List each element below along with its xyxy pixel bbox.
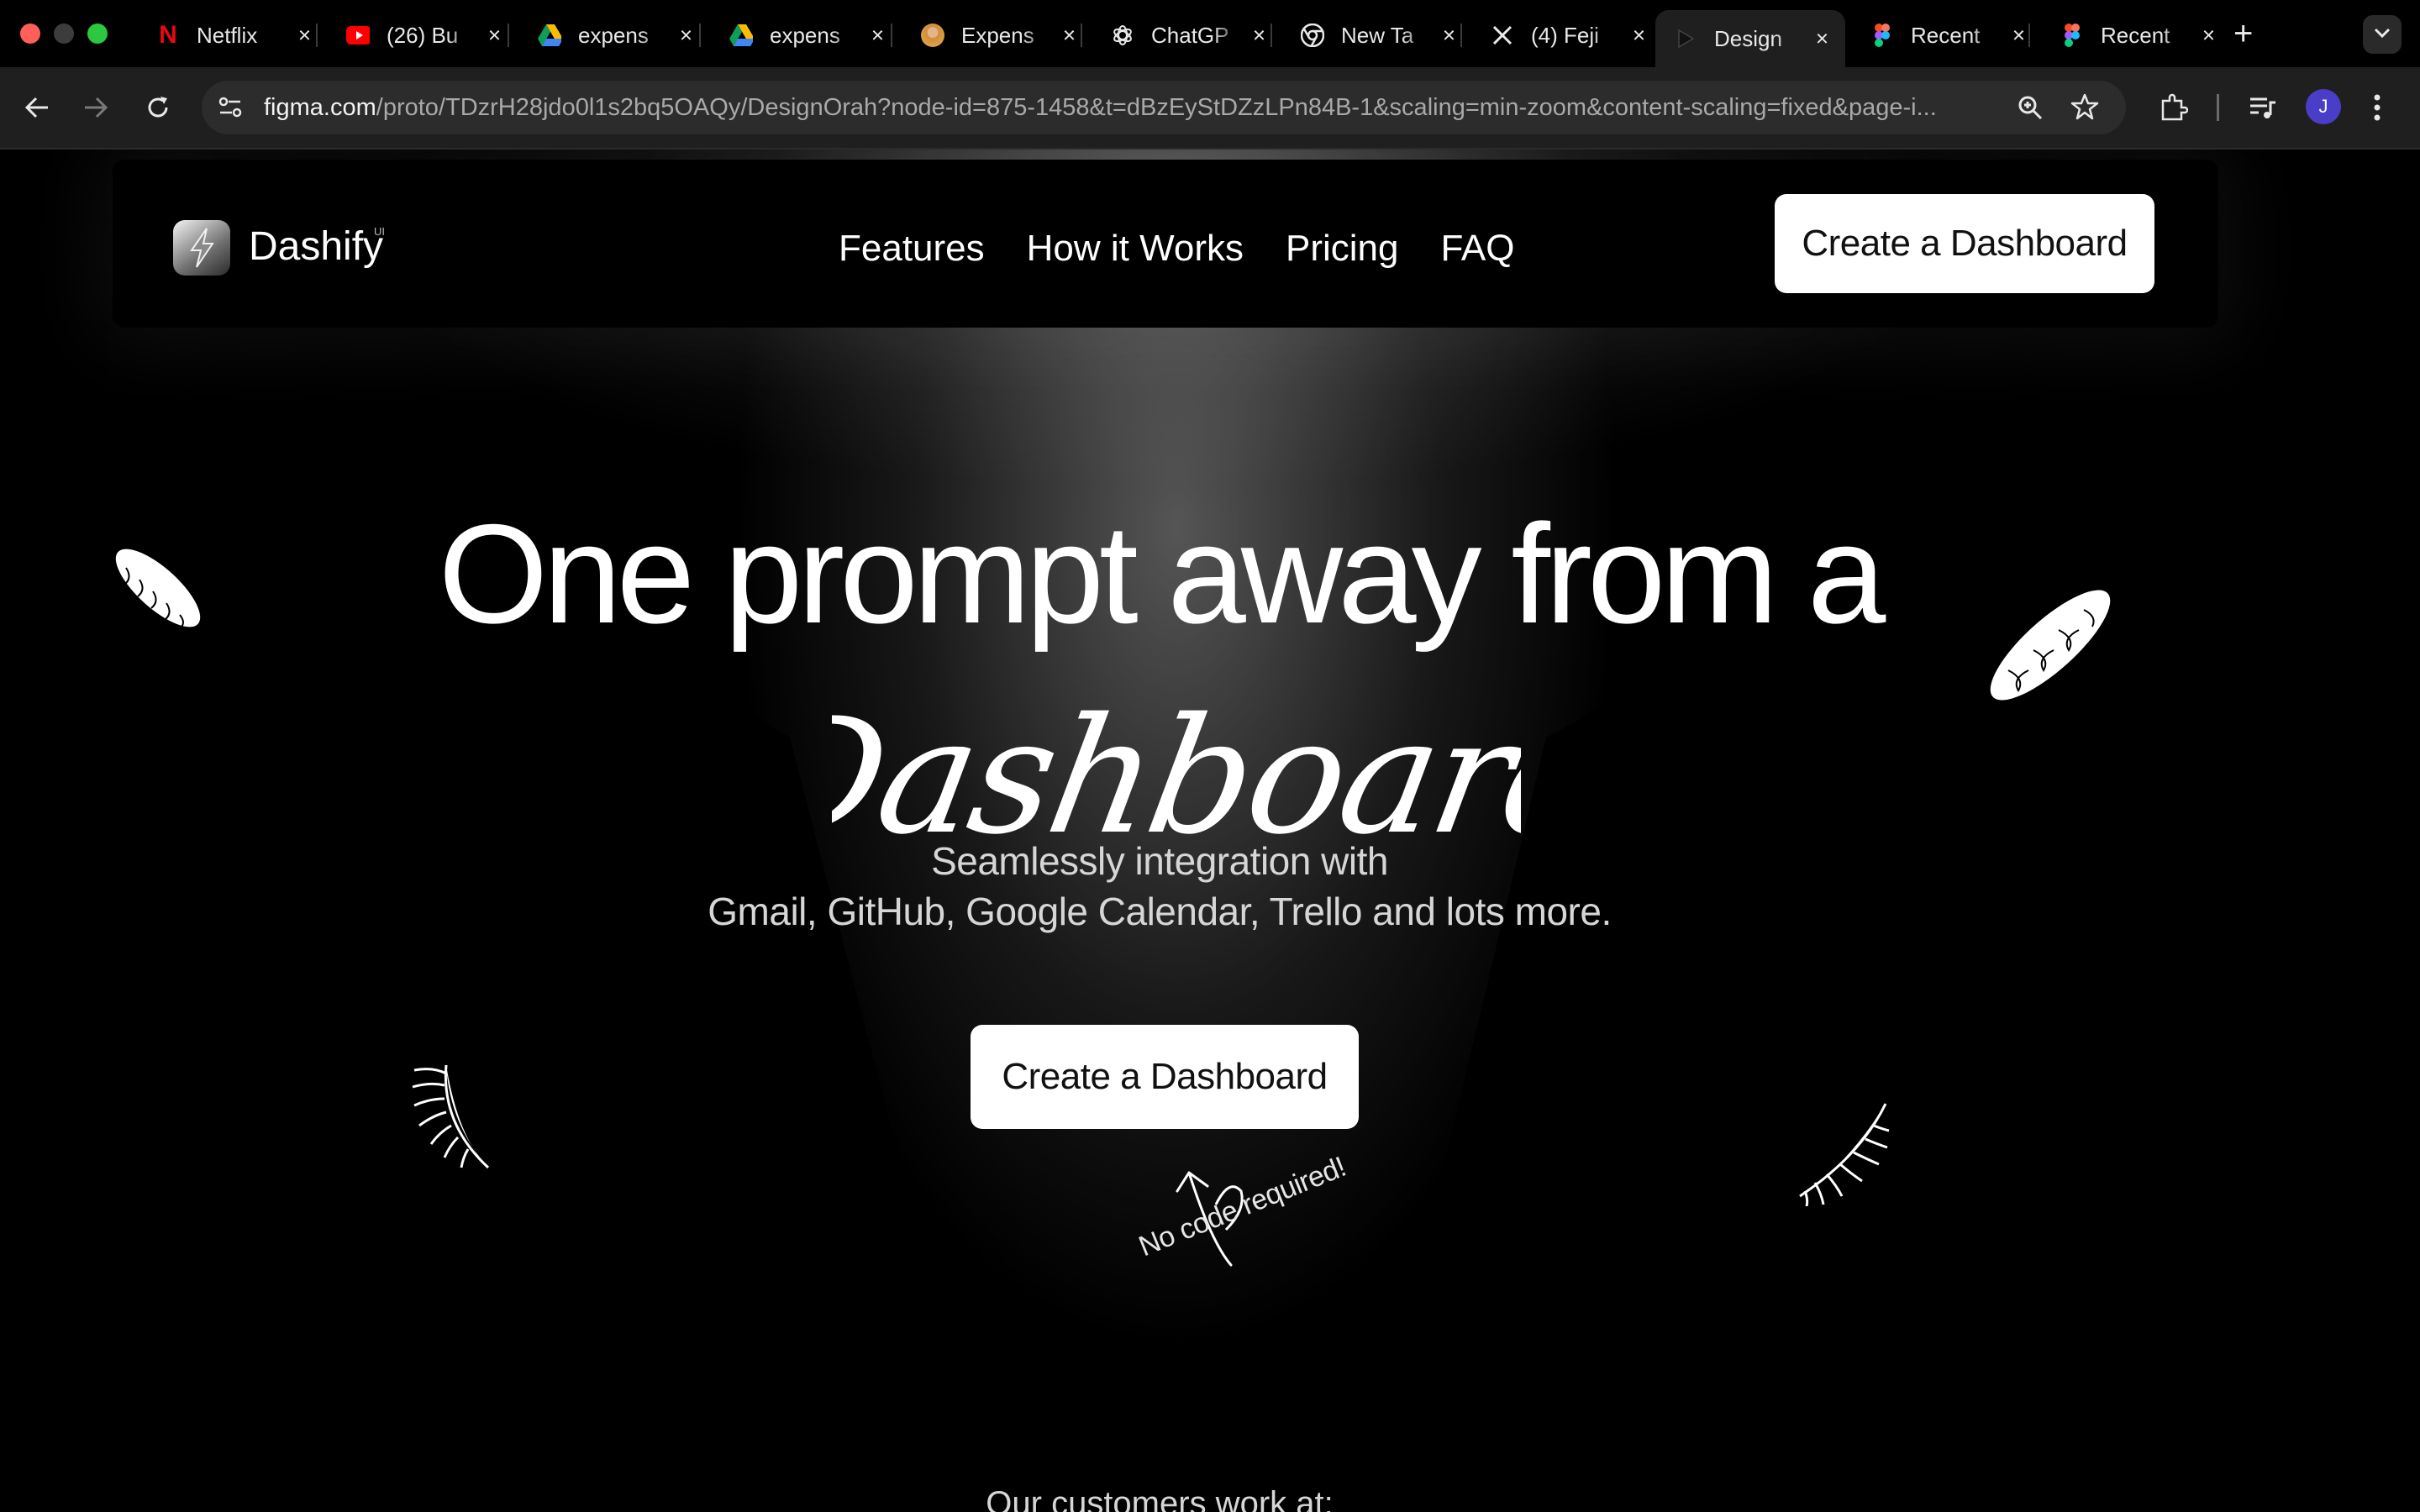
- tab-separator: [699, 24, 701, 47]
- bookmark-star-icon[interactable]: [2070, 92, 2099, 125]
- browser-tab[interactable]: expens ×: [519, 12, 709, 59]
- customers-heading: Our customers work at:: [986, 1485, 1334, 1512]
- maximize-window-button[interactable]: [87, 24, 108, 44]
- create-dashboard-nav-button[interactable]: Create a Dashboard: [1775, 194, 2154, 293]
- chevron-down-icon: [2374, 27, 2391, 42]
- browser-tab[interactable]: New Ta ×: [1282, 12, 1472, 59]
- nav-link-features[interactable]: Features: [839, 220, 985, 277]
- hero-headline: One prompt away from a: [438, 495, 1886, 653]
- tab-separator: [1460, 24, 1462, 47]
- tab-separator: [1081, 24, 1082, 47]
- browser-tab[interactable]: expens ×: [711, 12, 901, 59]
- tab-separator: [1270, 24, 1272, 47]
- tab-search-button[interactable]: [2363, 15, 2402, 54]
- doodle-fern-left-icon: [412, 1064, 490, 1169]
- dashify-logo[interactable]: [173, 220, 230, 276]
- figma-icon: [2060, 24, 2084, 47]
- hero-subheading-line-1: Seamlessly integration with: [931, 839, 1388, 883]
- browser-tab[interactable]: N Netflix ×: [138, 12, 328, 59]
- browser-tab[interactable]: Expens ×: [902, 12, 1092, 59]
- nav-link-faq[interactable]: FAQ: [1440, 220, 1514, 277]
- new-tab-button[interactable]: +: [2233, 15, 2253, 53]
- close-tab-icon[interactable]: ×: [1063, 23, 1076, 49]
- brand-superscript: UI: [374, 225, 385, 238]
- google-drive-icon: [729, 24, 753, 47]
- close-tab-icon[interactable]: ×: [488, 23, 501, 49]
- tab-title: New Ta: [1341, 22, 1414, 48]
- avatar-icon: [921, 24, 944, 47]
- nav-link-pricing[interactable]: Pricing: [1286, 220, 1399, 277]
- tab-title: (4) Feji: [1531, 22, 1599, 48]
- tab-separator: [2028, 24, 2030, 47]
- tab-separator: [508, 24, 509, 47]
- tab-title: Recent: [2101, 22, 2170, 48]
- address-bar[interactable]: figma.com/proto/TDzrH28jdo0l1s2bq5OAQy/D…: [202, 81, 2126, 134]
- media-controls-icon[interactable]: [2247, 92, 2277, 127]
- close-tab-icon[interactable]: ×: [2202, 23, 2215, 49]
- figma-play-icon: [1674, 27, 1697, 50]
- browser-tab[interactable]: Recent ×: [2042, 12, 2232, 59]
- close-tab-icon[interactable]: ×: [1443, 23, 1455, 49]
- chrome-icon: [1301, 24, 1324, 47]
- hero-subheading-line-2: Gmail, GitHub, Google Calendar, Trello a…: [708, 890, 1612, 933]
- tab-separator: [316, 24, 318, 47]
- google-drive-icon: [538, 24, 561, 47]
- close-tab-icon[interactable]: ×: [1816, 26, 1828, 52]
- tab-title: ChatGP: [1151, 22, 1229, 48]
- tab-title: (26) Bu: [387, 22, 459, 48]
- close-tab-icon[interactable]: ×: [680, 23, 692, 49]
- browser-tab-bar: N Netflix × (26) Bu × expens × expens × …: [0, 0, 2420, 67]
- figma-icon: [1870, 24, 1894, 47]
- browser-tab[interactable]: (4) Feji ×: [1472, 12, 1662, 59]
- zoom-icon[interactable]: [2017, 94, 2044, 125]
- url-path: /proto/TDzrH28jdo0l1s2bq5OAQy/DesignOrah…: [376, 94, 1937, 121]
- minimize-window-button[interactable]: [54, 24, 74, 44]
- forward-button[interactable]: [76, 87, 116, 128]
- x-logo-icon: [1491, 24, 1514, 47]
- brand-name[interactable]: Dashify: [249, 223, 383, 270]
- create-dashboard-hero-button[interactable]: Create a Dashboard: [971, 1025, 1359, 1129]
- site-navbar: Dashify UI Features How it Works Pricing…: [113, 160, 2218, 328]
- tab-title: expens: [770, 22, 840, 48]
- extensions-icon[interactable]: [2158, 92, 2189, 127]
- site-info-icon[interactable]: [217, 94, 244, 125]
- browser-tab[interactable]: (26) Bu ×: [328, 12, 518, 59]
- tab-title: Expens: [961, 22, 1034, 48]
- profile-avatar[interactable]: J: [2306, 89, 2341, 124]
- browser-tab-active[interactable]: Design ×: [1655, 10, 1845, 67]
- close-tab-icon[interactable]: ×: [298, 23, 311, 49]
- back-button[interactable]: [17, 87, 57, 128]
- youtube-icon: [346, 24, 370, 47]
- close-tab-icon[interactable]: ×: [1253, 23, 1265, 49]
- url-host: figma.com: [264, 94, 376, 121]
- close-window-button[interactable]: [20, 24, 40, 44]
- reload-button[interactable]: [138, 87, 178, 128]
- chatgpt-icon: [1111, 24, 1134, 47]
- nav-links: Features How it Works Pricing FAQ: [839, 220, 1557, 277]
- close-tab-icon[interactable]: ×: [2012, 23, 2025, 49]
- close-tab-icon[interactable]: ×: [1633, 23, 1645, 49]
- browser-menu-icon[interactable]: [2373, 92, 2381, 127]
- browser-toolbar: figma.com/proto/TDzrH28jdo0l1s2bq5OAQy/D…: [0, 67, 2420, 150]
- tab-title: Recent: [1911, 22, 1981, 48]
- tab-title: expens: [578, 22, 649, 48]
- tab-separator: [891, 24, 892, 47]
- netflix-icon: N: [159, 21, 177, 49]
- browser-tab[interactable]: ChatGP ×: [1092, 12, 1282, 59]
- url-text[interactable]: figma.com/proto/TDzrH28jdo0l1s2bq5OAQy/D…: [264, 81, 2054, 134]
- tab-title: Netflix: [197, 22, 258, 48]
- close-tab-icon[interactable]: ×: [871, 23, 884, 49]
- tab-title: Design: [1714, 25, 1782, 51]
- figma-prototype-viewport: Dashify UI Features How it Works Pricing…: [0, 150, 2420, 1512]
- doodle-fern-right-icon: [1799, 1103, 1890, 1206]
- toolbar-divider: [2217, 94, 2219, 121]
- nav-link-how-it-works[interactable]: How it Works: [1027, 220, 1244, 277]
- browser-tab[interactable]: Recent ×: [1852, 12, 2042, 59]
- lightning-bolt-icon: [190, 228, 214, 268]
